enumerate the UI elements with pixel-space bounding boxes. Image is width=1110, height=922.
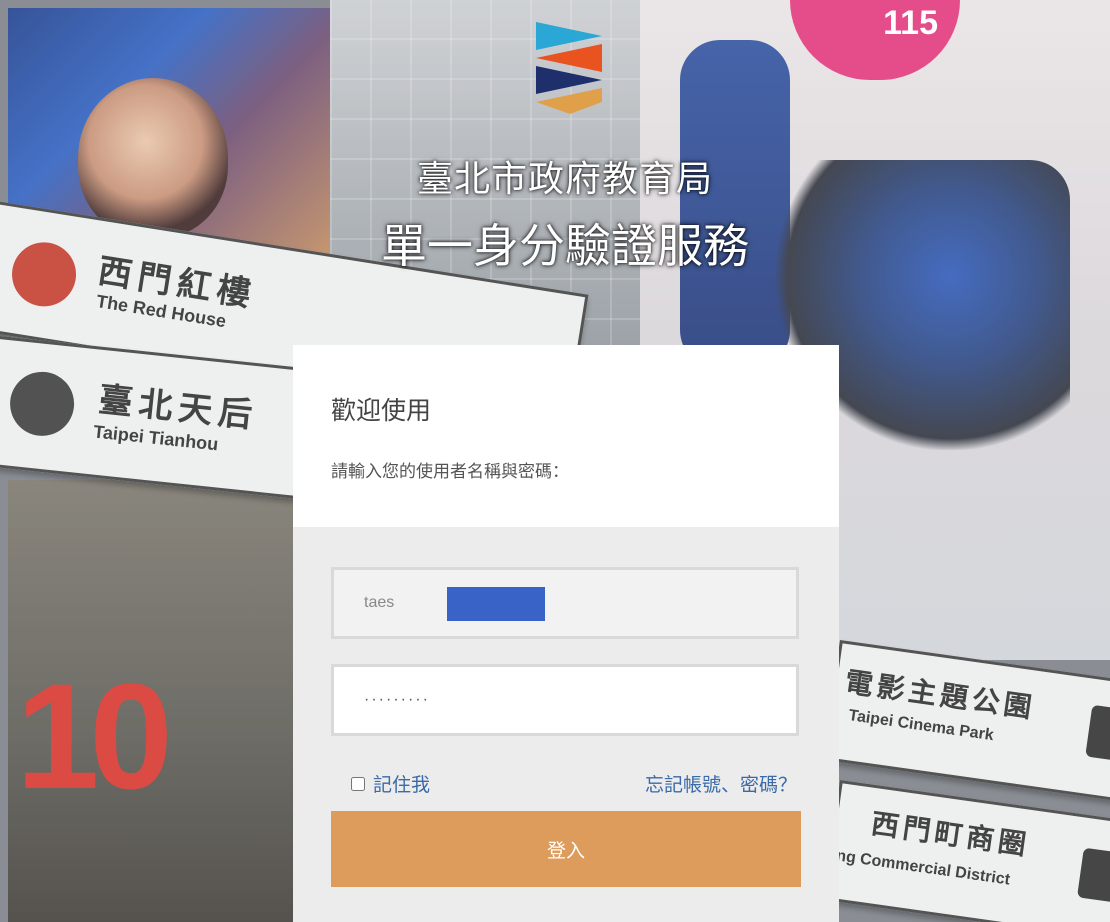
login-prompt: 請輸入您的使用者名稱與密碼： — [331, 462, 569, 482]
remember-checkbox[interactable] — [351, 776, 365, 791]
education-bureau-logo-icon — [536, 22, 602, 114]
login-card-header: 歡迎使用 請輸入您的使用者名稱與密碼： — [293, 345, 839, 527]
welcome-heading: 歡迎使用 — [331, 396, 432, 425]
redaction-block — [447, 587, 545, 621]
remember-me[interactable]: 記住我 — [331, 770, 430, 797]
login-options: 記住我 忘記帳號、密碼？ — [331, 770, 799, 797]
service-name: 單一身分驗證服務 — [381, 219, 749, 273]
username-input[interactable] — [331, 567, 799, 639]
username-wrapper — [331, 567, 801, 639]
login-card: 歡迎使用 請輸入您的使用者名稱與密碼： 記住我 忘記帳號、密碼？ 登入 — [293, 345, 839, 922]
login-button[interactable]: 登入 — [331, 811, 801, 887]
password-input[interactable] — [331, 664, 799, 736]
org-name: 臺北市政府教育局 — [416, 159, 713, 200]
remember-label: 記住我 — [373, 774, 431, 796]
login-form: 記住我 忘記帳號、密碼？ 登入 — [293, 527, 839, 887]
forgot-credentials-link[interactable]: 忘記帳號、密碼？ — [645, 770, 797, 797]
